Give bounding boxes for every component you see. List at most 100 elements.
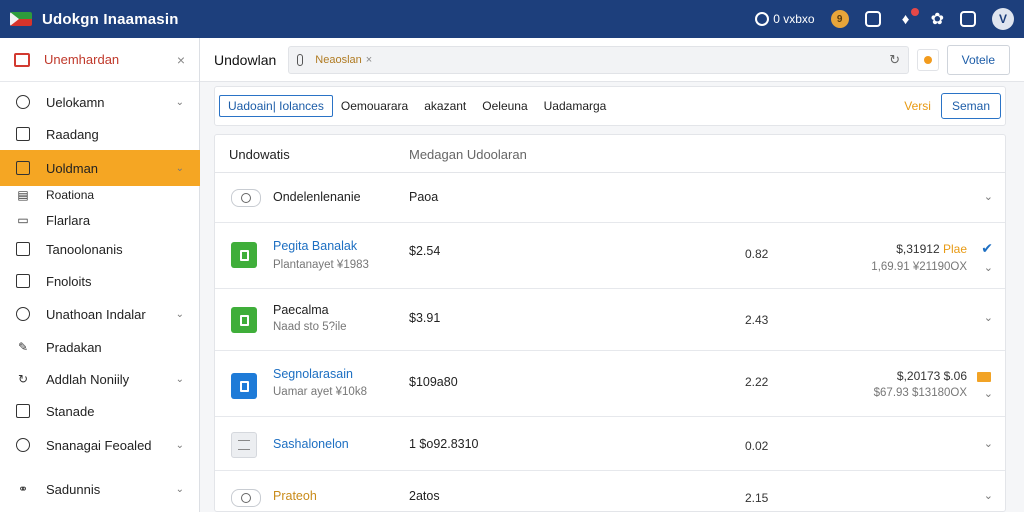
sidebar-item-label: Unathoan Indalar — [46, 306, 146, 322]
sidebar-item-label: Flarlara — [46, 212, 91, 228]
sidebar-item-fnoloits[interactable]: Fnoloits — [0, 266, 200, 296]
sidebar-item-label: Snanagai Feoaled — [46, 437, 152, 453]
chevron-down-icon[interactable]: ⌄ — [984, 261, 993, 274]
sidebar-item-label: Pradakan — [46, 339, 102, 355]
tab-oemouarara[interactable]: Oemouarara — [333, 95, 416, 117]
row-sub: Uamar ayet ¥10k8 — [273, 386, 367, 398]
window-icon — [16, 127, 30, 141]
row-price: $3.91 — [409, 311, 441, 325]
card-icon: ▭ — [17, 213, 29, 227]
shield-icon[interactable] — [960, 11, 976, 27]
chevron-down-icon: ⌄ — [175, 483, 184, 495]
sidebar-item-addlah-noniily[interactable]: ↻ Addlah Noniily ⌄ — [0, 364, 200, 394]
table-row[interactable]: Pegita Banalak Plantanayet ¥1983 $2.54 0… — [215, 225, 1005, 289]
frame-icon — [16, 404, 30, 418]
tab-akazant[interactable]: akazant — [416, 95, 474, 117]
sidebar-item-label: Uoldman — [46, 160, 99, 176]
row-qty: 0.82 — [745, 247, 769, 261]
table-row[interactable]: Ondelenlenanie Paoa ⌄ — [215, 173, 1005, 223]
coin-icon[interactable]: 9 — [830, 10, 849, 28]
sidebar-item-stanade[interactable]: Stanade — [0, 396, 200, 426]
bell-icon: ♦ — [901, 10, 910, 28]
row-sub-total: 1,69.91 ¥21190OX — [871, 261, 967, 273]
row-name[interactable]: Segnolarasain — [273, 367, 353, 381]
row-name[interactable]: Prateoh — [273, 489, 317, 503]
status-button[interactable] — [917, 48, 939, 71]
pen-icon: ✎ — [17, 340, 29, 354]
chevron-down-icon: ⌄ — [175, 162, 184, 174]
row-qty: 2.22 — [745, 375, 769, 389]
sidebar-item-raadang[interactable]: Raadang — [0, 118, 200, 150]
chevron-down-icon[interactable]: ⌄ — [984, 190, 993, 203]
chevron-down-icon[interactable]: ⌄ — [984, 311, 993, 324]
tab-balances[interactable]: Uadoain| Iolances — [219, 95, 333, 117]
refresh-icon[interactable]: ↻ — [889, 52, 900, 68]
vote-button[interactable]: Votele — [946, 44, 1010, 75]
refresh-icon: ↻ — [17, 372, 29, 386]
list-icon — [231, 432, 257, 458]
table-row[interactable]: Prateoh 2atos 2.15 ⌄ — [215, 473, 1005, 511]
clock-icon — [16, 95, 30, 109]
sidebar-item-uoldman[interactable]: Uoldman ⌄ — [0, 150, 200, 186]
row-name[interactable]: Pegita Banalak — [273, 239, 357, 253]
sidebar-item-sadunnis[interactable]: ⚭ Sadunnis ⌄ — [0, 474, 200, 504]
page-title: Undowlan — [214, 51, 277, 68]
status-dot-icon — [923, 55, 932, 64]
chevron-down-icon: ⌄ — [175, 439, 184, 451]
document-icon — [231, 242, 257, 268]
seman-button[interactable]: Seman — [940, 93, 1001, 119]
sidebar-header-label: Unemhardan — [44, 52, 120, 67]
main-header: Undowlan Neaoslan × ↻ Votele — [200, 38, 1024, 82]
sidebar-item-label: Roationa — [46, 188, 95, 202]
tab-uadamarga[interactable]: Uadamarga — [536, 95, 615, 117]
avatar[interactable]: V — [992, 8, 1014, 30]
status-chip[interactable]: 0 vxbxo — [755, 12, 815, 26]
sidebar-item-flarlara[interactable]: ▭ Flarlara — [0, 208, 200, 232]
row-price: Paoa — [409, 190, 439, 204]
sidebar-item-unathoan-indalar[interactable]: Unathoan Indalar ⌄ — [0, 298, 200, 330]
dashboard-icon: ▤ — [17, 188, 29, 202]
close-icon[interactable]: × — [177, 52, 185, 68]
row-total: $,31912 Plae — [896, 242, 967, 256]
sidebar: Unemhardan × Uelokamn ⌄ Raadang Uoldman … — [0, 38, 200, 512]
table-row[interactable]: Paecalma Naad sto 5?ile $3.91 2.43 ⌄ — [215, 291, 1005, 351]
row-sub: Naad sto 5?ile — [273, 321, 347, 333]
main-panel: Undowlan Neaoslan × ↻ Votele Uadoain| Io… — [200, 38, 1024, 512]
sidebar-item-label: Addlah Noniily — [46, 371, 130, 387]
close-icon[interactable]: × — [366, 54, 372, 66]
tab-oeleuna[interactable]: Oeleuna — [474, 95, 535, 117]
search-input[interactable]: Neaoslan × ↻ — [288, 45, 910, 74]
message-icon[interactable] — [864, 11, 881, 27]
table-row[interactable]: Sashalonelon 1 $o92.8310 0.02 ⌄ — [215, 419, 1005, 471]
calendar-icon — [16, 161, 30, 175]
globe-icon — [16, 307, 30, 321]
table-row[interactable]: Segnolarasain Uamar ayet ¥10k8 $109a80 2… — [215, 353, 1005, 417]
sidebar-item-uelokamn[interactable]: Uelokamn ⌄ — [0, 86, 200, 118]
gear-icon[interactable]: ✿ — [931, 9, 944, 29]
check-icon[interactable]: ✔ — [981, 240, 993, 257]
tab-bar: Uadoain| Iolances Oemouarara akazant Oel… — [214, 86, 1006, 126]
sidebar-item-snanagai-feoaled[interactable]: Snanagai Feoaled ⌄ — [0, 430, 200, 460]
sidebar-item-tanoolonanis[interactable]: Tanoolonanis — [0, 236, 200, 262]
notification-dot — [910, 7, 919, 16]
settings-icon — [16, 438, 30, 452]
sidebar-item-label: Sadunnis — [46, 481, 101, 497]
row-sub-total: $67.93 $13180OX — [873, 387, 967, 399]
chevron-down-icon[interactable]: ⌄ — [984, 387, 993, 400]
sidebar-item-pradakan[interactable]: ✎ Pradakan — [0, 332, 200, 362]
chevron-down-icon[interactable]: ⌄ — [984, 437, 993, 450]
filter-chip[interactable]: Neaoslan — [315, 54, 361, 66]
row-price: $2.54 — [409, 244, 441, 258]
row-name[interactable]: Sashalonelon — [273, 437, 349, 451]
chevron-down-icon[interactable]: ⌄ — [984, 489, 993, 502]
row-name: Ondelenlenanie — [273, 190, 361, 204]
row-price: $109a80 — [409, 375, 458, 389]
versi-link[interactable]: Versi — [904, 99, 931, 113]
notification-button[interactable]: ♦ — [897, 7, 919, 28]
table-header: Undowatis Medagan Udoolaran — [215, 135, 1005, 173]
tag-icon — [977, 372, 991, 382]
sidebar-item-label: Fnoloits — [46, 273, 92, 289]
sidebar-item-roationa[interactable]: ▤ Roationa — [0, 186, 200, 204]
lens-icon — [231, 189, 261, 207]
row-total: $,20173 $.06 — [896, 369, 967, 383]
